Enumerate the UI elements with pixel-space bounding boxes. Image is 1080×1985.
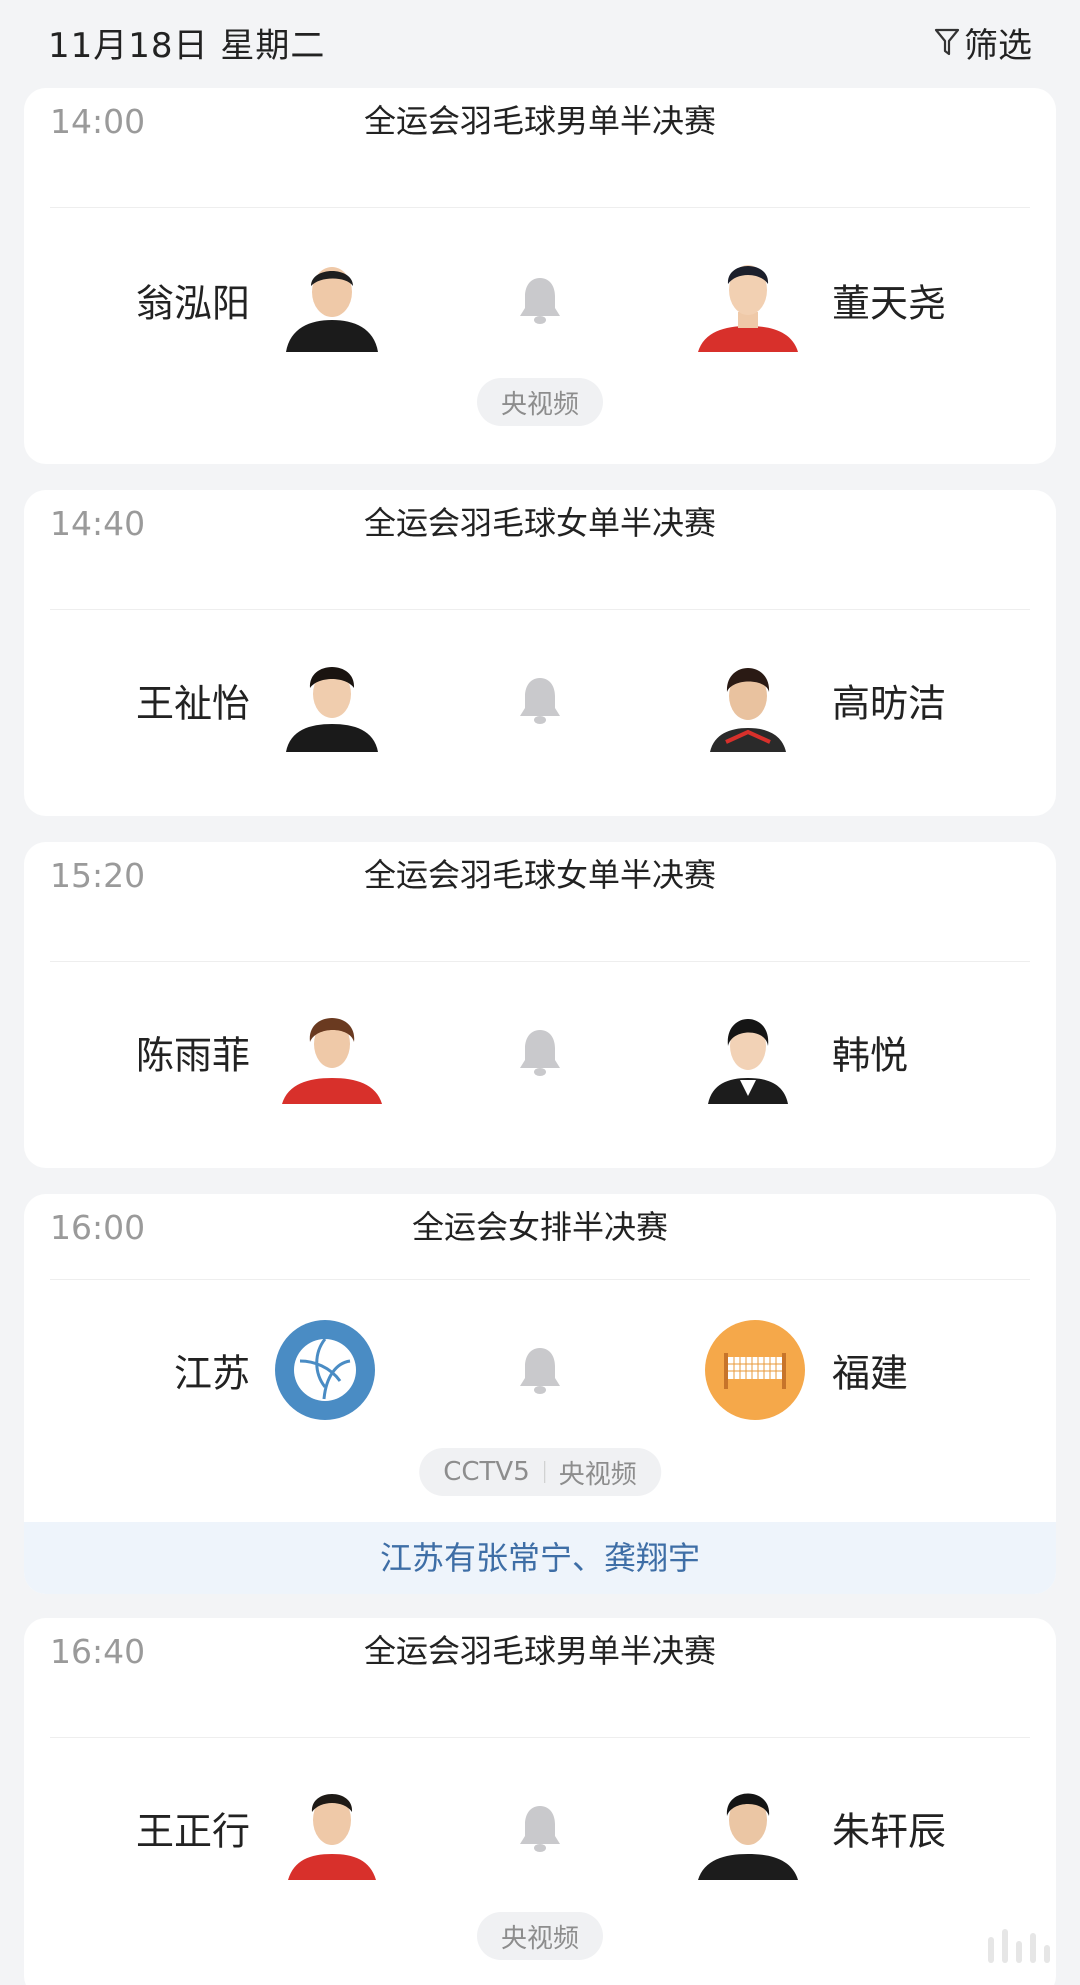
- volleyball-icon: [275, 1320, 375, 1420]
- player-left-avatar: [280, 648, 384, 752]
- match-card[interactable]: 16:00 全运会女排半决赛 江苏 福建 CCTV5 央视频 江苏有张常宁、龚翔…: [24, 1194, 1056, 1594]
- player-right-avatar: [696, 248, 800, 352]
- match-title: 全运会羽毛球女单半决赛: [363, 856, 716, 894]
- team-right-name: 福建: [832, 1351, 909, 1396]
- team-left-name: 江苏: [173, 1351, 250, 1396]
- player-left-avatar: [280, 248, 384, 352]
- match-time: 15:20: [50, 856, 146, 895]
- match-time: 16:00: [50, 1208, 146, 1247]
- player-left-avatar: [280, 1000, 384, 1104]
- channel-label: 央视频: [500, 1923, 580, 1954]
- player-right-name: 董天尧: [832, 281, 947, 326]
- channel-label: CCTV5: [443, 1457, 530, 1487]
- filter-icon: [934, 28, 960, 56]
- match-card[interactable]: 15:20 全运会羽毛球女单半决赛 陈雨菲 韩悦: [24, 842, 1056, 1168]
- bell-icon[interactable]: [516, 1802, 564, 1854]
- watermark: [988, 1929, 1050, 1963]
- player-left-avatar: [280, 1776, 384, 1880]
- match-note[interactable]: 江苏有张常宁、龚翔宇: [24, 1522, 1056, 1594]
- net-icon: [705, 1320, 805, 1420]
- channel-badges[interactable]: CCTV5 央视频: [419, 1448, 661, 1496]
- filter-label: 筛选: [964, 25, 1032, 66]
- badge-separator: [543, 1461, 545, 1483]
- channel-badges[interactable]: 央视频: [476, 1912, 604, 1960]
- player-left-name: 陈雨菲: [135, 1033, 250, 1078]
- top-bar: 11月18日 星期二 筛选: [0, 0, 1080, 84]
- player-left-name: 翁泓阳: [135, 281, 250, 326]
- match-card[interactable]: 16:40 全运会羽毛球男单半决赛 王正行 朱轩辰 央视频: [24, 1618, 1056, 1985]
- match-title: 全运会羽毛球男单半决赛: [363, 102, 716, 140]
- player-right-name: 朱轩辰: [832, 1809, 947, 1854]
- match-card[interactable]: 14:40 全运会羽毛球女单半决赛 王祉怡 高昉洁: [24, 490, 1056, 816]
- player-right-avatar: [696, 1000, 800, 1104]
- player-left-name: 王祉怡: [135, 681, 250, 726]
- filter-button[interactable]: 筛选: [934, 18, 1032, 67]
- bell-icon[interactable]: [516, 274, 564, 326]
- match-title: 全运会羽毛球女单半决赛: [363, 504, 716, 542]
- bell-icon[interactable]: [516, 674, 564, 726]
- player-right-avatar: [696, 1776, 800, 1880]
- player-right-name: 韩悦: [832, 1033, 909, 1078]
- match-time: 14:40: [50, 504, 146, 543]
- match-time: 14:00: [50, 102, 146, 141]
- player-left-name: 王正行: [135, 1809, 250, 1854]
- channel-badges[interactable]: 央视频: [476, 378, 604, 426]
- date-label: 11月18日 星期二: [48, 25, 326, 66]
- match-time: 16:40: [50, 1632, 146, 1671]
- player-right-name: 高昉洁: [832, 681, 947, 726]
- match-card[interactable]: 14:00 全运会羽毛球男单半决赛 翁泓阳 董天尧 央视频: [24, 88, 1056, 464]
- bell-icon[interactable]: [516, 1344, 564, 1396]
- player-right-avatar: [696, 648, 800, 752]
- channel-label: 央视频: [558, 1459, 637, 1490]
- match-title: 全运会羽毛球男单半决赛: [363, 1632, 716, 1670]
- bell-icon[interactable]: [516, 1026, 564, 1078]
- channel-label: 央视频: [500, 389, 580, 420]
- match-title: 全运会女排半决赛: [411, 1208, 668, 1246]
